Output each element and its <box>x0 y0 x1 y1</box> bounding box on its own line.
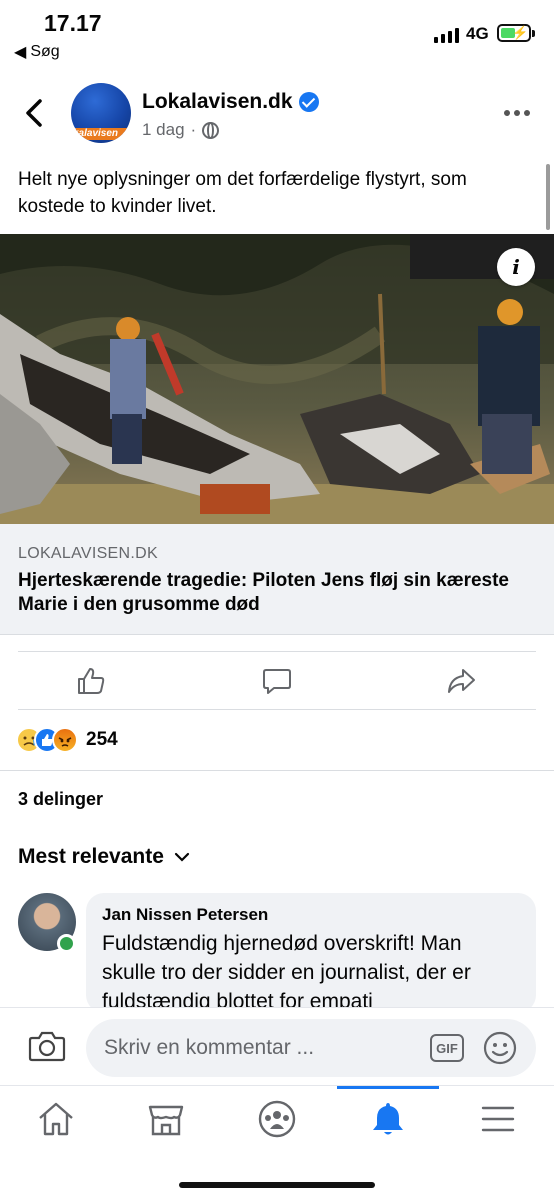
groups-icon[interactable] <box>257 1099 297 1139</box>
divider <box>18 709 536 710</box>
camera-icon[interactable] <box>28 1030 66 1062</box>
home-icon[interactable] <box>36 1099 76 1139</box>
home-indicator[interactable] <box>179 1182 375 1188</box>
menu-icon[interactable] <box>478 1099 518 1139</box>
reaction-count: 254 <box>86 729 118 750</box>
chevron-down-icon <box>174 852 190 862</box>
globe-icon <box>202 121 220 139</box>
active-tab-indicator <box>337 1086 439 1089</box>
post-header: kalavisen Lokalavisen.dk 1 dag · <box>0 80 554 146</box>
scrollbar[interactable] <box>546 164 550 230</box>
battery-icon: ⚡ <box>497 24 535 42</box>
link-preview-card[interactable]: LOKALAVISEN.DK Hjerteskærende tragedie: … <box>0 524 554 635</box>
comment-author[interactable]: Jan Nissen Petersen <box>102 905 520 925</box>
bell-icon[interactable] <box>368 1099 408 1139</box>
post-time[interactable]: 1 dag <box>142 120 185 140</box>
network-type: 4G <box>466 24 489 43</box>
signal-icon <box>434 28 459 43</box>
post-image[interactable] <box>0 234 554 524</box>
angry-reaction-icon <box>52 727 78 753</box>
page-name: Lokalavisen.dk <box>142 90 293 113</box>
info-icon[interactable]: i <box>497 248 535 286</box>
shares-count[interactable]: 3 delinger <box>18 789 103 810</box>
like-button-icon[interactable] <box>76 666 106 696</box>
comment-sort-dropdown[interactable]: Mest relevante <box>18 845 190 869</box>
comment-input[interactable]: Skriv en kommentar ... GIF <box>86 1019 536 1077</box>
back-app-label: Søg <box>30 43 60 60</box>
comment-button-icon[interactable] <box>262 666 292 696</box>
page-name-link[interactable]: Lokalavisen.dk <box>142 90 319 114</box>
gif-button[interactable]: GIF <box>430 1034 464 1062</box>
crash-site-photo <box>0 234 554 524</box>
post-text: Helt nye oplysninger om det forfærdelige… <box>18 169 467 217</box>
action-bar <box>0 652 554 710</box>
link-domain: LOKALAVISEN.DK <box>18 545 158 562</box>
share-button-icon[interactable] <box>446 666 476 696</box>
back-triangle-icon: ◀ <box>14 44 27 61</box>
comment-bubble[interactable]: Jan Nissen Petersen Fuldstændig hjernedø… <box>86 893 536 1013</box>
verified-badge-icon <box>298 92 319 112</box>
post-meta: 1 dag · <box>142 120 220 140</box>
meta-separator: · <box>190 120 197 139</box>
more-options-icon[interactable] <box>504 110 530 116</box>
back-to-search-link[interactable]: ◀ Søg <box>14 42 60 62</box>
back-chevron-icon[interactable] <box>22 98 48 128</box>
sort-label: Mest relevante <box>18 845 164 868</box>
reactions-summary[interactable]: 254 <box>16 726 118 754</box>
link-title: Hjerteskærende tragedie: Piloten Jens fl… <box>18 570 510 615</box>
emoji-icon[interactable] <box>483 1031 517 1065</box>
comment-text: Fuldstændig hjernedød overskrift! Man sk… <box>102 932 471 1013</box>
divider <box>0 770 554 771</box>
page-avatar[interactable]: kalavisen <box>71 83 131 143</box>
status-bar: 17.17 ◀ Søg 4G ⚡ <box>0 0 554 70</box>
comment-placeholder: Skriv en kommentar ... <box>104 1036 315 1059</box>
avatar-brand-text: kalavisen <box>71 128 131 140</box>
marketplace-icon[interactable] <box>146 1099 186 1139</box>
status-time: 17.17 <box>44 10 102 36</box>
online-status-icon <box>57 934 76 953</box>
comment-composer: Skriv en kommentar ... GIF <box>0 1007 554 1085</box>
